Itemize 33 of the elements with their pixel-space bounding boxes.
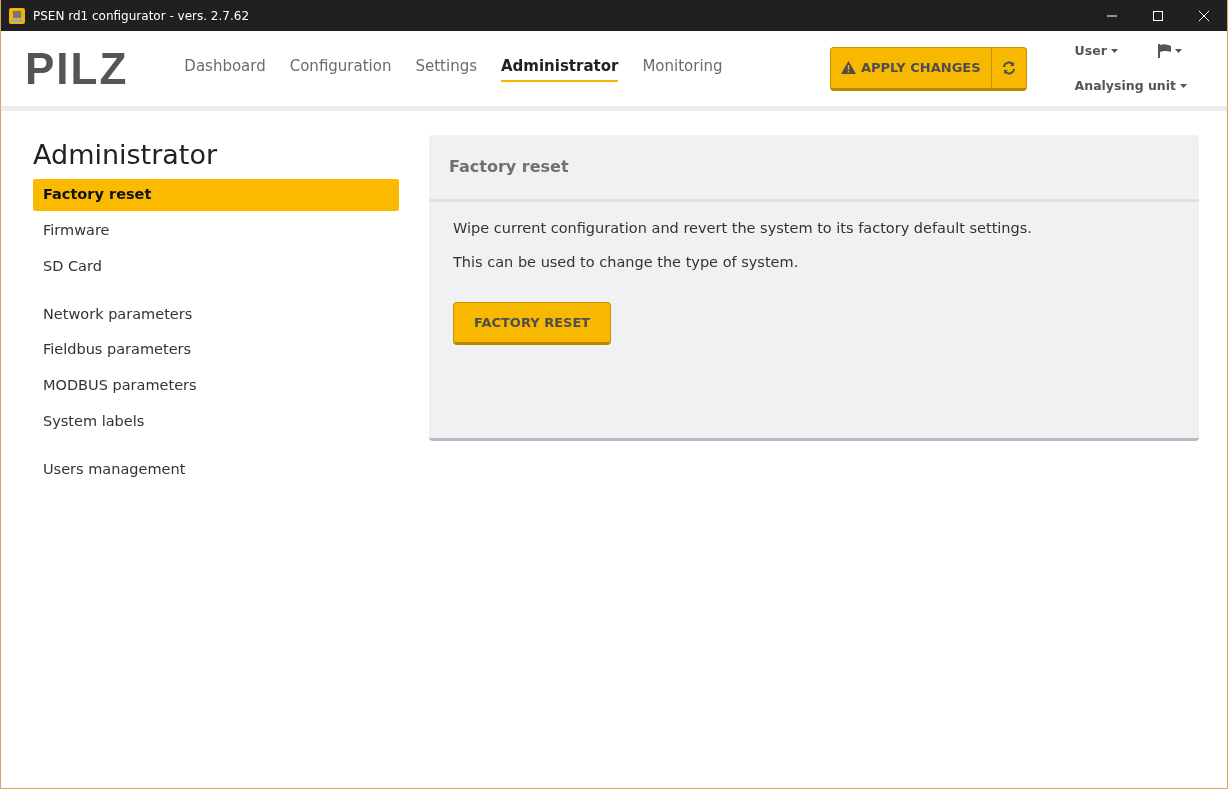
sidebar-item[interactable]: Users management (33, 453, 399, 486)
logo: PILZ (25, 46, 129, 91)
window-title: PSEN rd1 configurator - vers. 2.7.62 (33, 7, 250, 25)
panel-title: Factory reset (429, 135, 1199, 202)
maximize-icon (1153, 10, 1163, 21)
sidebar-item[interactable]: MODBUS parameters (33, 370, 399, 402)
nav-link[interactable]: Dashboard (184, 55, 266, 82)
nav-link[interactable]: Configuration (289, 55, 392, 82)
sidebar-title: Administrator (33, 139, 219, 172)
analysing-unit-menu[interactable]: Analysing unit (1074, 76, 1187, 96)
flag-icon (1157, 44, 1171, 59)
apply-changes-button[interactable]: APPLY CHANGES (830, 47, 991, 88)
warning-icon (840, 61, 856, 74)
factory-reset-button[interactable]: FACTORY RESET (453, 301, 612, 345)
caret-icon (1180, 83, 1187, 88)
sidebar-item[interactable]: Firmware (33, 215, 399, 247)
nav-link[interactable]: Monitoring (642, 55, 723, 82)
sidebar-item[interactable]: SD Card (33, 250, 399, 283)
close-icon (1199, 10, 1209, 21)
nav-link[interactable]: Administrator (501, 55, 619, 82)
sidebar-item[interactable]: Factory reset (33, 179, 399, 212)
refresh-icon (1001, 60, 1016, 75)
language-menu[interactable] (1157, 41, 1182, 61)
sidebar-item[interactable]: Fieldbus parameters (33, 334, 399, 367)
sidebar-item[interactable]: Network parameters (33, 298, 399, 331)
caret-icon (1110, 49, 1118, 54)
caret-icon (1174, 49, 1182, 54)
user-menu[interactable]: User (1074, 41, 1118, 61)
nav-link[interactable]: Settings (415, 55, 477, 82)
app-icon (9, 7, 25, 24)
sidebar-item[interactable]: System labels (33, 405, 399, 438)
description-text: Wipe current configuration and revert the system to its factory default settings. (453, 219, 1033, 238)
description-text: This can be used to change the type of system. (453, 252, 800, 272)
